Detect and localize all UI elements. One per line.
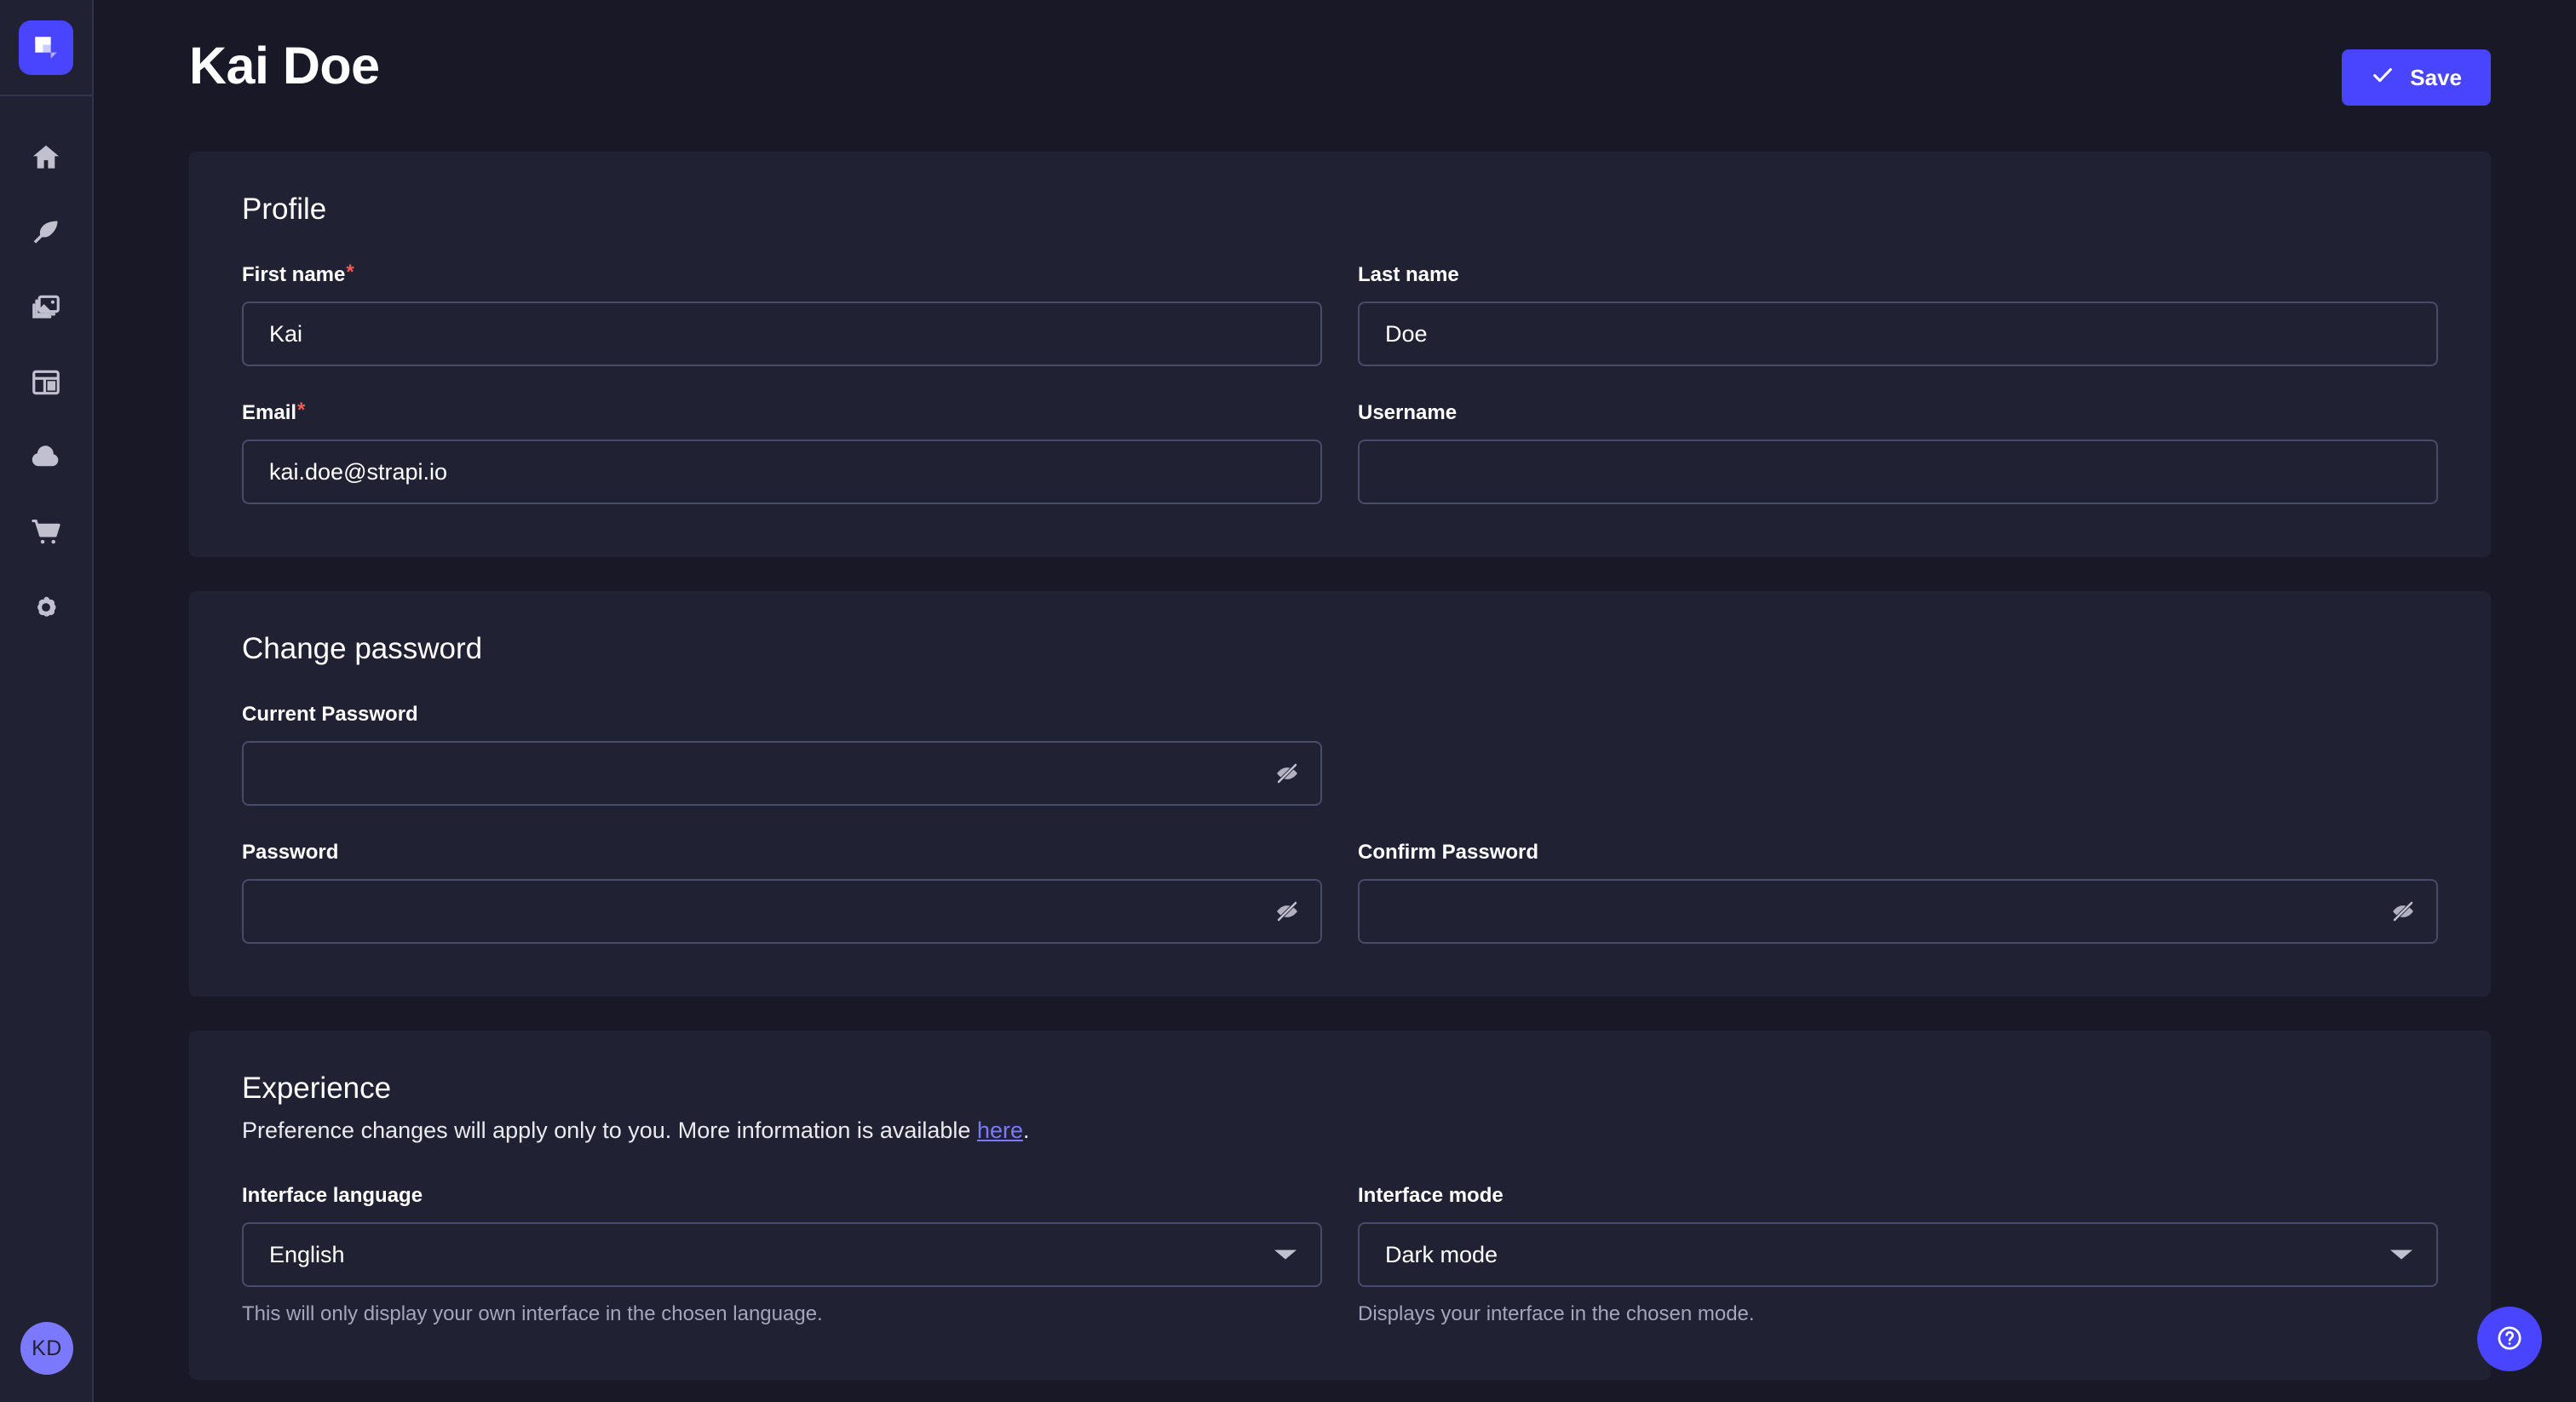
change-password-fields-grid: Current Password	[242, 702, 2438, 944]
confirm-password-input[interactable]	[1358, 879, 2438, 944]
current-password-label: Current Password	[242, 702, 1322, 727]
interface-language-label-text: Interface language	[242, 1183, 423, 1209]
change-password-card-title: Change password	[242, 632, 2438, 666]
sidebar-item-marketplace[interactable]	[0, 495, 92, 570]
password-field: Password	[242, 840, 1322, 944]
sidebar-item-settings[interactable]	[0, 570, 92, 645]
email-label-text: Email	[242, 400, 296, 426]
main-sidebar: KD	[0, 0, 94, 1402]
password-label: Password	[242, 840, 1322, 865]
images-icon	[30, 291, 62, 324]
profile-card: Profile First name* Last name	[189, 152, 2491, 557]
experience-fields-grid: Interface language English This will onl…	[242, 1183, 2438, 1327]
email-label: Email*	[242, 400, 1322, 426]
username-label: Username	[1358, 400, 2438, 426]
confirm-password-label: Confirm Password	[1358, 840, 2438, 865]
experience-description-prefix: Preference changes will apply only to yo…	[242, 1118, 977, 1143]
cloud-icon	[30, 441, 62, 474]
page-title: Kai Doe	[189, 37, 380, 95]
current-password-input[interactable]	[242, 741, 1322, 806]
first-name-field: First name*	[242, 262, 1322, 366]
strapi-logo-icon[interactable]	[19, 20, 73, 75]
sidebar-item-media-library[interactable]	[0, 270, 92, 345]
help-button[interactable]	[2477, 1307, 2542, 1371]
interface-language-hint: This will only display your own interfac…	[242, 1301, 1322, 1327]
password-label-text: Password	[242, 840, 338, 865]
confirm-password-field: Confirm Password	[1358, 840, 2438, 944]
sidebar-item-content-manager[interactable]	[0, 195, 92, 270]
required-indicator: *	[297, 400, 305, 421]
interface-mode-label-text: Interface mode	[1358, 1183, 1504, 1209]
question-circle-icon	[2495, 1324, 2524, 1355]
interface-mode-value: Dark mode	[1385, 1242, 1498, 1268]
last-name-input[interactable]	[1358, 302, 2438, 366]
first-name-label: First name*	[242, 262, 1322, 288]
sidebar-nav	[0, 96, 92, 645]
email-input[interactable]	[242, 440, 1322, 504]
eye-off-icon[interactable]	[1274, 899, 1300, 924]
interface-language-label: Interface language	[242, 1183, 1322, 1209]
main-content: Kai Doe Save Profile First name*	[94, 0, 2576, 1402]
page-header: Kai Doe Save	[94, 0, 2576, 152]
confirm-password-label-text: Confirm Password	[1358, 840, 1538, 865]
check-icon	[2371, 63, 2395, 93]
gear-icon	[30, 591, 62, 623]
interface-mode-field: Interface mode Dark mode Displays your i…	[1358, 1183, 2438, 1327]
username-input[interactable]	[1358, 440, 2438, 504]
sidebar-item-content-type-builder[interactable]	[0, 345, 92, 420]
sidebar-brand[interactable]	[0, 0, 92, 96]
username-label-text: Username	[1358, 400, 1457, 426]
change-password-spacer	[1358, 702, 2438, 806]
interface-language-value: English	[269, 1242, 345, 1268]
interface-mode-label: Interface mode	[1358, 1183, 2438, 1209]
experience-more-info-link[interactable]: here	[977, 1118, 1023, 1143]
first-name-label-text: First name	[242, 262, 345, 288]
experience-card-description: Preference changes will apply only to yo…	[242, 1118, 2438, 1144]
avatar[interactable]: KD	[20, 1322, 73, 1375]
eye-off-icon[interactable]	[1274, 761, 1300, 786]
feather-icon	[30, 216, 62, 249]
change-password-card: Change password Current Password	[189, 591, 2491, 997]
interface-language-field: Interface language English This will onl…	[242, 1183, 1322, 1327]
profile-fields-grid: First name* Last name Em	[242, 262, 2438, 504]
settings-form: Profile First name* Last name	[94, 152, 2576, 1380]
save-button-label: Save	[2410, 65, 2462, 91]
current-password-field: Current Password	[242, 702, 1322, 806]
interface-mode-select[interactable]: Dark mode	[1358, 1222, 2438, 1287]
avatar-initials: KD	[32, 1336, 62, 1361]
password-input[interactable]	[242, 879, 1322, 944]
home-icon	[30, 141, 62, 174]
sidebar-item-cloud[interactable]	[0, 420, 92, 495]
interface-language-select[interactable]: English	[242, 1222, 1322, 1287]
sidebar-item-home[interactable]	[0, 120, 92, 195]
first-name-input[interactable]	[242, 302, 1322, 366]
experience-card: Experience Preference changes will apply…	[189, 1031, 2491, 1380]
save-button[interactable]: Save	[2342, 49, 2491, 106]
username-field: Username	[1358, 400, 2438, 504]
last-name-label-text: Last name	[1358, 262, 1459, 288]
eye-off-icon[interactable]	[2390, 899, 2416, 924]
last-name-field: Last name	[1358, 262, 2438, 366]
shopping-cart-icon	[30, 516, 62, 549]
layout-icon	[30, 366, 62, 399]
current-password-label-text: Current Password	[242, 702, 418, 727]
experience-card-title: Experience	[242, 1072, 2438, 1106]
experience-description-suffix: .	[1023, 1118, 1030, 1143]
required-indicator: *	[346, 262, 354, 283]
last-name-label: Last name	[1358, 262, 2438, 288]
email-field: Email*	[242, 400, 1322, 504]
interface-mode-hint: Displays your interface in the chosen mo…	[1358, 1301, 2438, 1327]
profile-card-title: Profile	[242, 192, 2438, 227]
